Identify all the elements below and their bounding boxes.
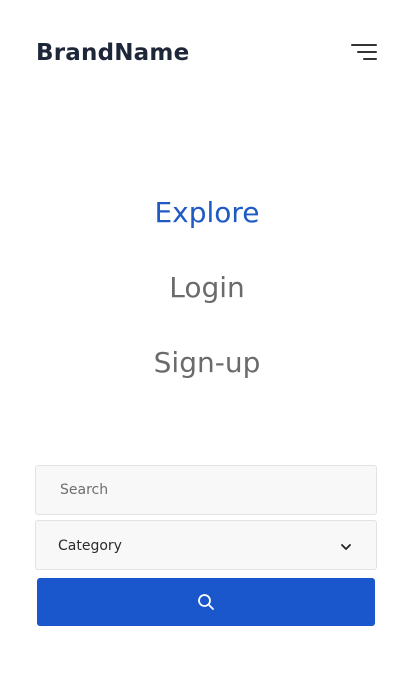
chevron-down-icon [339,539,353,553]
category-select-label: Category [58,538,122,554]
hamburger-menu-icon [348,38,382,66]
nav-link-login[interactable]: Login [0,261,414,336]
search-button[interactable] [37,578,375,626]
main-nav: Explore Login Sign-up [0,186,414,411]
search-icon [197,593,215,611]
page: BrandName Explore Login Sign-up Category [0,0,414,678]
category-select[interactable]: Category [35,520,377,570]
search-input[interactable] [35,465,377,515]
nav-link-sign-up[interactable]: Sign-up [0,336,414,411]
menu-button[interactable] [348,38,382,66]
nav-link-explore[interactable]: Explore [0,186,414,261]
site-header: BrandName [0,0,414,106]
brand-logo-text[interactable]: BrandName [36,38,189,68]
search-form: Category [35,465,377,626]
